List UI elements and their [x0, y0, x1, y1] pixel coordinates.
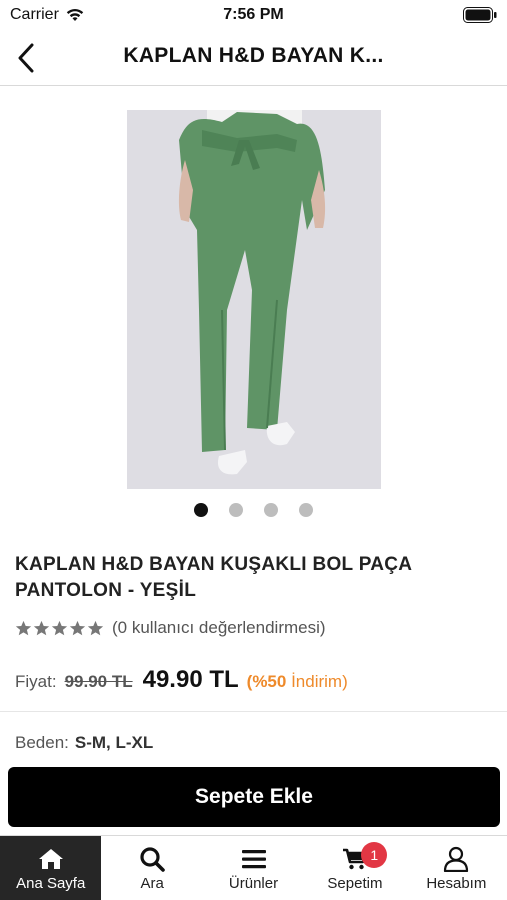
status-bar: Carrier 7:56 PM	[0, 0, 507, 30]
cart-badge: 1	[361, 842, 388, 868]
tab-cart[interactable]: Sepetim 1	[304, 836, 405, 900]
product-image[interactable]	[127, 110, 381, 489]
current-price: 49.90 TL	[142, 666, 239, 693]
pager-dot[interactable]	[229, 503, 243, 517]
tab-bar: Ana Sayfa Ara Ürünler Sepetim 1 Hesabım	[0, 835, 507, 900]
rating-stars	[15, 620, 104, 637]
battery-icon	[463, 7, 497, 23]
pager-dot[interactable]	[194, 503, 208, 517]
add-to-cart-button[interactable]: Sepete Ekle	[8, 767, 500, 827]
tab-search[interactable]: Ara	[101, 836, 202, 900]
star-icon	[51, 620, 68, 635]
menu-icon	[241, 850, 266, 869]
tab-label: Ara	[140, 875, 164, 892]
rating: (0 kullanıcı değerlendirmesi)	[15, 616, 326, 640]
tab-account[interactable]: Hesabım	[406, 836, 507, 900]
product-photo	[127, 110, 381, 489]
tab-label: Ürünler	[228, 875, 279, 892]
star-icon	[69, 620, 86, 635]
back-button[interactable]	[8, 40, 44, 76]
rating-count[interactable]: (0 kullanıcı değerlendirmesi)	[112, 618, 326, 638]
size-values: S-M, L-XL	[74, 733, 154, 752]
navigation-bar: KAPLAN H&D BAYAN K...	[0, 30, 507, 86]
size-label: Beden:	[15, 733, 69, 752]
pager-dot[interactable]	[299, 503, 313, 517]
divider	[0, 711, 507, 712]
tab-home[interactable]: Ana Sayfa	[0, 836, 102, 900]
home-icon	[38, 849, 63, 869]
star-icon	[15, 620, 32, 635]
discount-label: İndirim)	[291, 672, 348, 691]
discount-percent: (%50	[246, 672, 287, 691]
tab-label: Ana Sayfa	[16, 875, 86, 892]
tab-label: Hesabım	[426, 875, 487, 892]
old-price: 99.90 TL	[64, 672, 133, 691]
price-row: Fiyat: 99.90 TL 49.90 TL (%50 İndirim)	[15, 666, 348, 698]
tab-products[interactable]: Ürünler	[203, 836, 304, 900]
status-time: 7:56 PM	[223, 6, 284, 23]
star-icon	[87, 620, 104, 635]
star-icon	[33, 620, 50, 635]
search-icon	[140, 847, 165, 872]
pager-dot[interactable]	[264, 503, 278, 517]
size-row: Beden: S-M, L-XL	[15, 733, 153, 753]
page-title: KAPLAN H&D BAYAN K...	[123, 44, 384, 67]
price-label: Fiyat:	[15, 672, 57, 691]
user-icon	[444, 846, 469, 872]
discount-badge: (%50 İndirim)	[247, 672, 348, 692]
image-pager[interactable]	[0, 503, 507, 517]
chevron-left-icon	[18, 43, 34, 73]
product-name: KAPLAN H&D BAYAN KUŞAKLI BOL PAÇA PANTOL…	[15, 554, 412, 601]
tab-label: Sepetim	[327, 875, 383, 892]
